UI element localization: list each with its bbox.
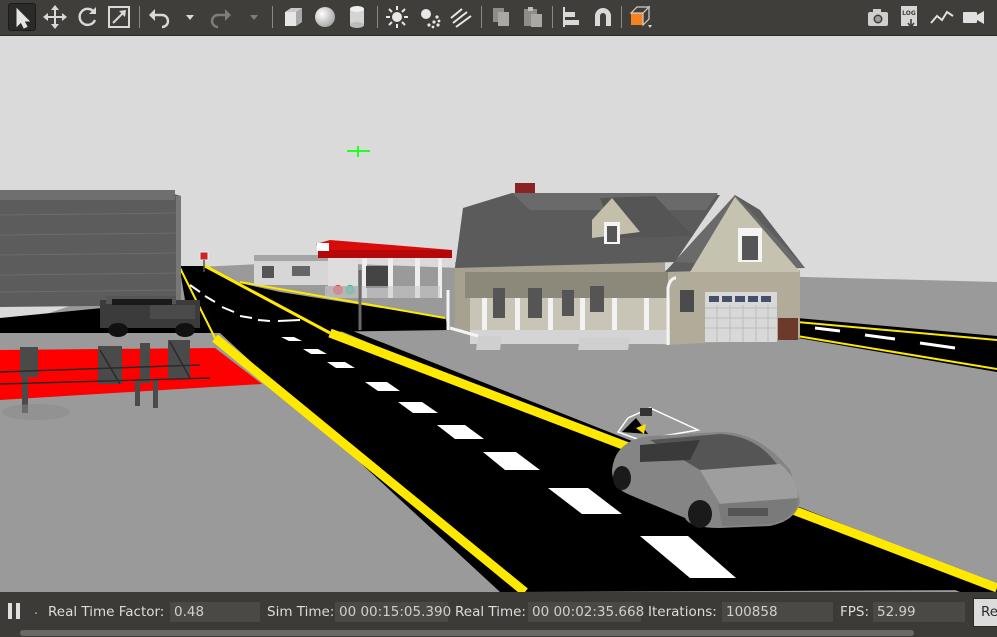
- rotate-mode-icon: [78, 7, 97, 27]
- align-button[interactable]: [557, 3, 585, 31]
- warehouse: [0, 190, 182, 307]
- toolbar-separator: [552, 6, 553, 28]
- align-icon: [563, 7, 579, 27]
- chevron-down-icon: [186, 15, 194, 20]
- snap-button[interactable]: [589, 3, 617, 31]
- undo-button[interactable]: [145, 3, 173, 31]
- fps-value: 52.99: [873, 602, 965, 622]
- scene-render: [0, 36, 997, 592]
- sim-time-value: 00 00:15:05.390: [335, 602, 451, 622]
- log-button[interactable]: LOG: [896, 3, 924, 31]
- plot-button[interactable]: [928, 3, 956, 31]
- toolbar-separator: [139, 6, 140, 28]
- real-time-label: Real Time:: [455, 604, 526, 620]
- point-light-icon: [386, 6, 408, 28]
- pause-icon: [8, 603, 20, 619]
- chevron-down-icon: [250, 15, 258, 20]
- horizontal-scrollbar[interactable]: [20, 630, 914, 636]
- snap-magnet-icon: [595, 8, 611, 26]
- toolbar-separator: [621, 6, 622, 28]
- box-shape-icon: [285, 8, 302, 26]
- pause-button[interactable]: [4, 600, 24, 622]
- house: [446, 183, 805, 350]
- record-video-icon: [963, 11, 984, 24]
- redo-button[interactable]: [207, 3, 235, 31]
- scale-mode-icon: [108, 6, 130, 28]
- fps-label: FPS:: [840, 604, 870, 620]
- box-shape-button[interactable]: [279, 3, 307, 31]
- toolbar-separator: [272, 6, 273, 28]
- spot-light-button[interactable]: [415, 3, 443, 31]
- directional-light-icon: [450, 8, 472, 28]
- real-time-factor-value: 0.48: [170, 602, 260, 622]
- status-bar: . Real Time Factor: 0.48 Sim Time: 00 00…: [0, 592, 997, 637]
- directional-light-button[interactable]: [447, 3, 475, 31]
- translate-mode-icon: [43, 5, 67, 29]
- real-time-factor-label: Real Time Factor:: [48, 604, 165, 620]
- spot-light-icon: [421, 9, 441, 29]
- paste-button[interactable]: [519, 3, 547, 31]
- toolbar-separator: [481, 6, 482, 28]
- undo-icon: [149, 9, 170, 29]
- view-angle-button[interactable]: [626, 3, 654, 31]
- log-icon: LOG: [901, 6, 917, 29]
- sphere-shape-button[interactable]: [311, 3, 339, 31]
- select-mode-button[interactable]: [8, 3, 36, 31]
- cylinder-shape-icon: [350, 6, 364, 28]
- toolbar-separator: [377, 6, 378, 28]
- real-time-value: 00 00:02:35.668: [528, 602, 644, 622]
- cylinder-shape-button[interactable]: [343, 3, 371, 31]
- iterations-label: Iterations:: [648, 604, 717, 620]
- screenshot-icon: [868, 9, 888, 26]
- copy-button[interactable]: [487, 3, 515, 31]
- plot-icon: [930, 10, 954, 24]
- record-video-button[interactable]: [960, 3, 988, 31]
- screenshot-button[interactable]: [864, 3, 892, 31]
- reset-time-button[interactable]: Reset Time: [973, 598, 997, 627]
- paste-icon: [524, 7, 542, 27]
- scale-mode-button[interactable]: [105, 3, 133, 31]
- toolbar: LOG: [0, 0, 997, 36]
- gazebo-window: LOG . Real Time Factor: 0.48 Sim Time: 0…: [0, 0, 997, 637]
- sim-time-label: Sim Time:: [267, 604, 335, 620]
- iterations-value: 100858: [722, 602, 833, 622]
- point-light-button[interactable]: [383, 3, 411, 31]
- scene-viewport[interactable]: [0, 36, 997, 592]
- step-indicator: .: [34, 603, 39, 618]
- redo-history-dropdown[interactable]: [248, 3, 260, 31]
- select-mode-icon: [16, 7, 31, 29]
- sphere-shape-icon: [315, 7, 335, 27]
- rotate-mode-button[interactable]: [73, 3, 101, 31]
- redo-icon: [210, 9, 231, 29]
- undo-history-dropdown[interactable]: [184, 3, 196, 31]
- log-icon-label: LOG: [902, 10, 916, 17]
- copy-icon: [493, 8, 509, 26]
- view-angle-icon: [629, 5, 652, 28]
- translate-mode-button[interactable]: [41, 3, 69, 31]
